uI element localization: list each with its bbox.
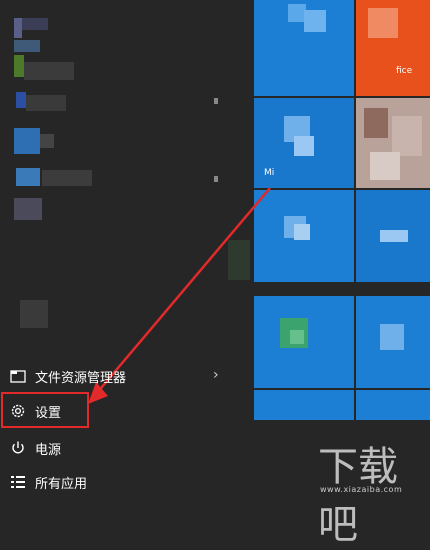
blurred-block xyxy=(14,198,42,220)
tile-blue-4[interactable] xyxy=(356,190,430,282)
watermark-url: www.xiazaiba.com xyxy=(320,485,403,494)
all-apps-item[interactable]: 所有应用 xyxy=(0,466,250,498)
tile-orange[interactable]: fice xyxy=(356,0,430,96)
power-label: 电源 xyxy=(35,442,62,458)
tile-blue-3[interactable] xyxy=(254,390,354,420)
start-tiles: Mi fice xyxy=(252,0,430,420)
tile-label: Mi xyxy=(264,168,275,178)
blurred-block xyxy=(16,92,26,108)
settings-highlight-box xyxy=(1,392,89,428)
blurred-block xyxy=(20,300,48,328)
blurred-block xyxy=(14,55,24,77)
tile-green[interactable] xyxy=(254,296,354,388)
blurred-block xyxy=(214,176,218,182)
list-icon xyxy=(9,473,27,491)
blurred-block xyxy=(214,98,218,104)
tile-blue-2[interactable] xyxy=(254,190,354,282)
blurred-block xyxy=(24,62,74,80)
blurred-block xyxy=(26,95,66,111)
blurred-block xyxy=(228,240,250,280)
folder-icon xyxy=(9,367,27,385)
blurred-block xyxy=(40,134,54,148)
power-item[interactable]: 电源 xyxy=(0,432,250,464)
file-explorer-label: 文件资源管理器 xyxy=(35,370,127,386)
blurred-block xyxy=(14,128,40,154)
tile-photo[interactable] xyxy=(356,98,430,188)
blurred-app-list xyxy=(0,0,250,350)
chevron-right-icon[interactable]: › xyxy=(213,367,219,383)
tile-blue-1[interactable] xyxy=(254,0,354,96)
all-apps-label: 所有应用 xyxy=(35,476,88,492)
blurred-block xyxy=(14,18,22,38)
blurred-block xyxy=(14,40,40,52)
blurred-block xyxy=(42,170,92,186)
blurred-block xyxy=(22,18,48,30)
power-icon xyxy=(9,439,27,457)
tile-blue-6[interactable] xyxy=(356,390,430,420)
tile-blue-5[interactable] xyxy=(356,296,430,388)
tile-label: fice xyxy=(396,66,413,76)
tile-blue-mi[interactable]: Mi xyxy=(254,98,354,188)
blurred-block xyxy=(16,168,40,186)
